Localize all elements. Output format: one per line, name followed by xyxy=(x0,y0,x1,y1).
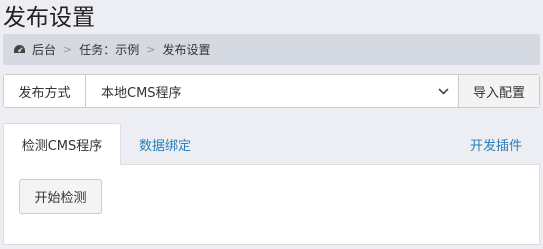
publish-method-group: 发布方式 本地CMS程序 导入配置 xyxy=(3,74,540,108)
start-detect-button[interactable]: 开始检测 xyxy=(19,179,102,214)
breadcrumb-item-current: 发布设置 xyxy=(162,43,211,57)
breadcrumb-home[interactable]: 后台 xyxy=(13,41,56,58)
tab-develop-plugin[interactable]: 开发插件 xyxy=(456,123,536,165)
tab-bar: 检测CMS程序 数据绑定 开发插件 xyxy=(3,123,540,166)
import-config-button[interactable]: 导入配置 xyxy=(458,75,539,107)
tab-detect-cms[interactable]: 检测CMS程序 xyxy=(3,123,121,166)
chevron-down-icon xyxy=(438,87,449,95)
breadcrumb: 后台 > 任务：示例 > 发布设置 xyxy=(3,34,540,65)
breadcrumb-separator: > xyxy=(146,43,156,56)
dashboard-icon xyxy=(14,45,25,53)
breadcrumb-item-home[interactable]: 后台 xyxy=(32,41,56,58)
publish-method-label: 发布方式 xyxy=(4,75,86,107)
publish-method-value: 本地CMS程序 xyxy=(101,85,182,101)
tab-data-binding[interactable]: 数据绑定 xyxy=(125,123,205,165)
tab-panel: 开始检测 xyxy=(3,165,540,245)
page-title: 发布设置 xyxy=(3,5,95,31)
breadcrumb-item-task[interactable]: 任务：示例 xyxy=(79,41,139,58)
breadcrumb-separator: > xyxy=(63,43,73,56)
publish-method-select[interactable]: 本地CMS程序 xyxy=(86,75,458,107)
